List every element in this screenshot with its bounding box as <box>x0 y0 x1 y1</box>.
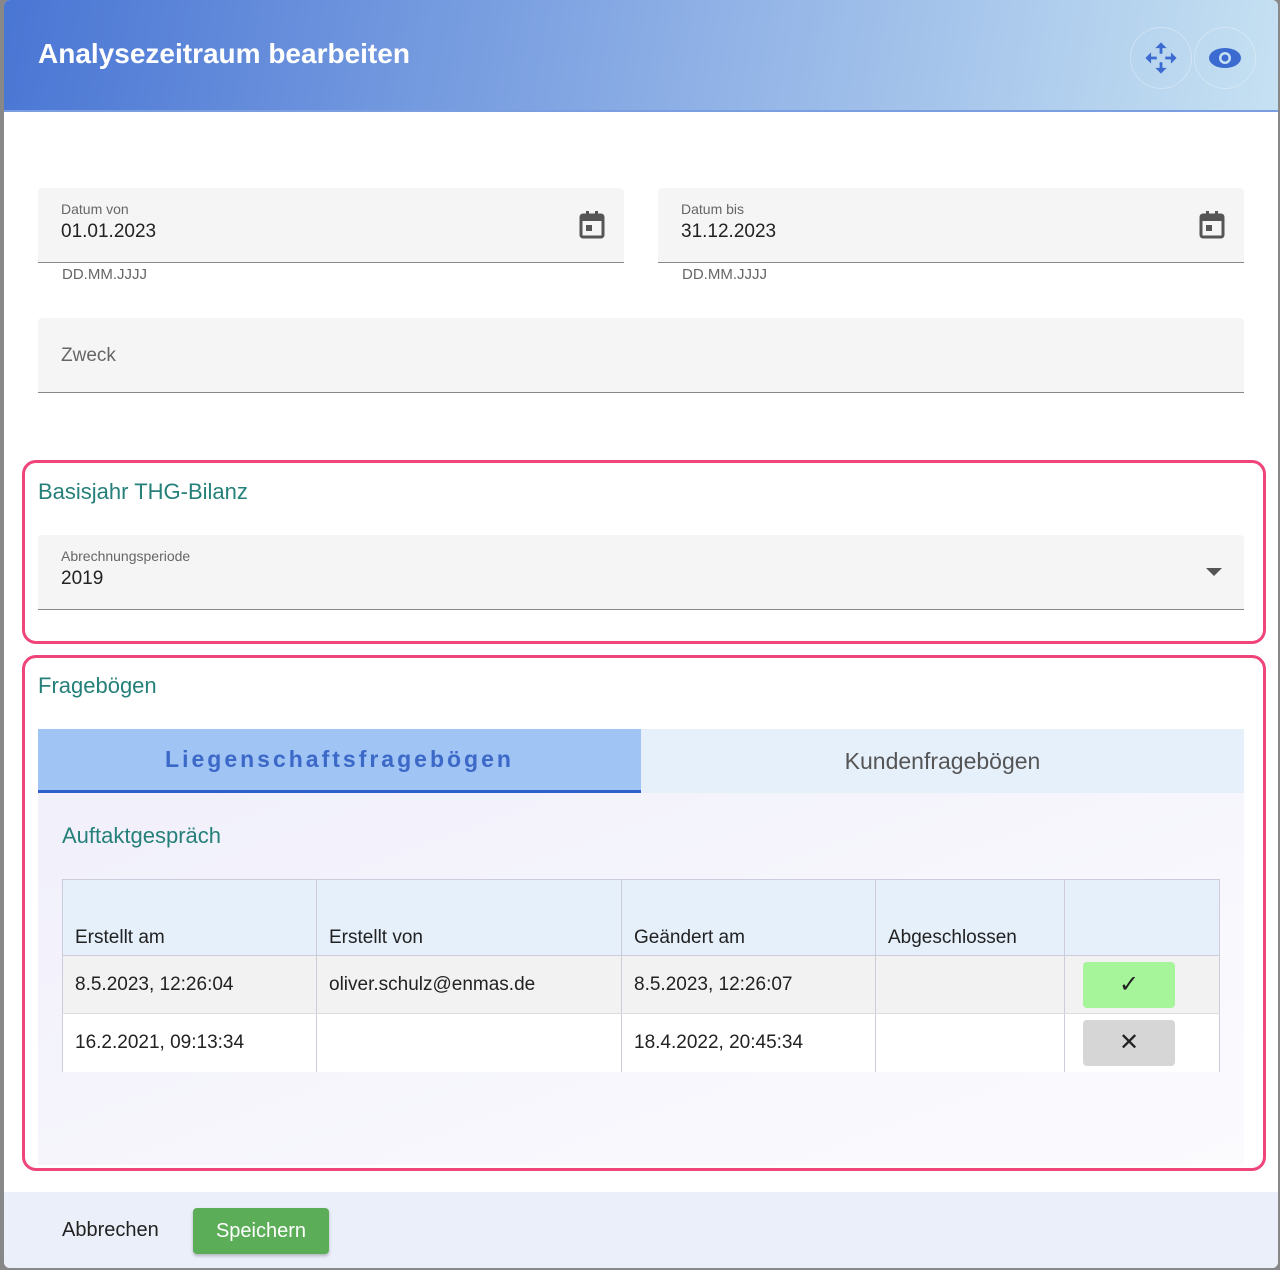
abrechnungsperiode-select[interactable]: Abrechnungsperiode 2019 <box>38 535 1244 610</box>
save-button[interactable]: Speichern <box>193 1208 329 1254</box>
datum-von-hint: DD.MM.JJJJ <box>62 266 147 283</box>
datum-bis-field[interactable]: Datum bis 31.12.2023 <box>658 188 1244 263</box>
fragebogen-tabs: Liegenschaftsfragebögen Kundenfragebögen <box>38 729 1244 793</box>
abrechnungsperiode-label: Abrechnungsperiode <box>61 548 191 564</box>
table-row[interactable]: 8.5.2023, 12:26:04 oliver.schulz@enmas.d… <box>62 955 1220 1014</box>
tab-kundenfrageboegen[interactable]: Kundenfragebögen <box>641 729 1244 793</box>
tab-liegenschaftsfrageboegen[interactable]: Liegenschaftsfragebögen <box>38 729 641 793</box>
cell-erstellt-von <box>316 1013 622 1072</box>
dialog: Analysezeitraum bearbeiten Datum von 01.… <box>4 0 1278 1268</box>
cell-erstellt-am: 8.5.2023, 12:26:04 <box>62 955 317 1014</box>
dialog-footer: Abbrechen Speichern <box>4 1192 1278 1268</box>
datum-bis-label: Datum bis <box>681 201 745 217</box>
dialog-header: Analysezeitraum bearbeiten <box>4 0 1278 112</box>
abrechnungsperiode-value: 2019 <box>61 568 104 589</box>
cell-erstellt-von: oliver.schulz@enmas.de <box>316 955 622 1014</box>
cell-geaendert-am: 8.5.2023, 12:26:07 <box>621 955 876 1014</box>
datum-bis-hint: DD.MM.JJJJ <box>682 266 767 283</box>
datum-von-label: Datum von <box>61 201 129 217</box>
eye-icon <box>1209 48 1241 68</box>
table-header: Erstellt am Erstellt von Geändert am Abg… <box>62 879 1220 956</box>
col-status <box>1064 879 1220 956</box>
fragebogen-title: Fragebögen <box>38 673 157 698</box>
cell-abgeschlossen <box>875 955 1065 1014</box>
basisjahr-title: Basisjahr THG-Bilanz <box>38 479 248 504</box>
cell-erstellt-am: 16.2.2021, 09:13:34 <box>62 1013 317 1072</box>
cell-status: ✕ <box>1064 1013 1220 1072</box>
datum-bis-value: 31.12.2023 <box>681 221 777 242</box>
zweck-input[interactable]: Zweck <box>38 318 1244 393</box>
datum-von-field[interactable]: Datum von 01.01.2023 <box>38 188 624 263</box>
cell-abgeschlossen <box>875 1013 1065 1072</box>
calendar-icon[interactable] <box>578 210 606 240</box>
move-button[interactable] <box>1130 27 1192 89</box>
cancel-button[interactable]: Abbrechen <box>62 1219 159 1242</box>
move-icon <box>1145 42 1177 74</box>
dialog-title: Analysezeitraum bearbeiten <box>38 38 410 69</box>
col-erstellt-am[interactable]: Erstellt am <box>62 879 317 956</box>
cell-geaendert-am: 18.4.2022, 20:45:34 <box>621 1013 876 1072</box>
close-button[interactable]: ✕ <box>1083 1019 1175 1066</box>
fragebogen-table: Erstellt am Erstellt von Geändert am Abg… <box>62 879 1220 1072</box>
dropdown-arrow-icon <box>1206 568 1222 576</box>
col-erstellt-von[interactable]: Erstellt von <box>316 879 622 956</box>
calendar-icon[interactable] <box>1198 210 1226 240</box>
auftaktgespraech-title: Auftaktgespräch <box>62 823 221 848</box>
preview-button[interactable] <box>1194 27 1256 89</box>
col-geaendert-am[interactable]: Geändert am <box>621 879 876 956</box>
cell-status: ✓ <box>1064 955 1220 1014</box>
check-button[interactable]: ✓ <box>1083 961 1175 1008</box>
col-abgeschlossen[interactable]: Abgeschlossen <box>875 879 1065 956</box>
datum-von-value: 01.01.2023 <box>61 221 157 242</box>
zweck-placeholder: Zweck <box>61 345 116 366</box>
table-row[interactable]: 16.2.2021, 09:13:34 18.4.2022, 20:45:34 … <box>62 1013 1220 1072</box>
